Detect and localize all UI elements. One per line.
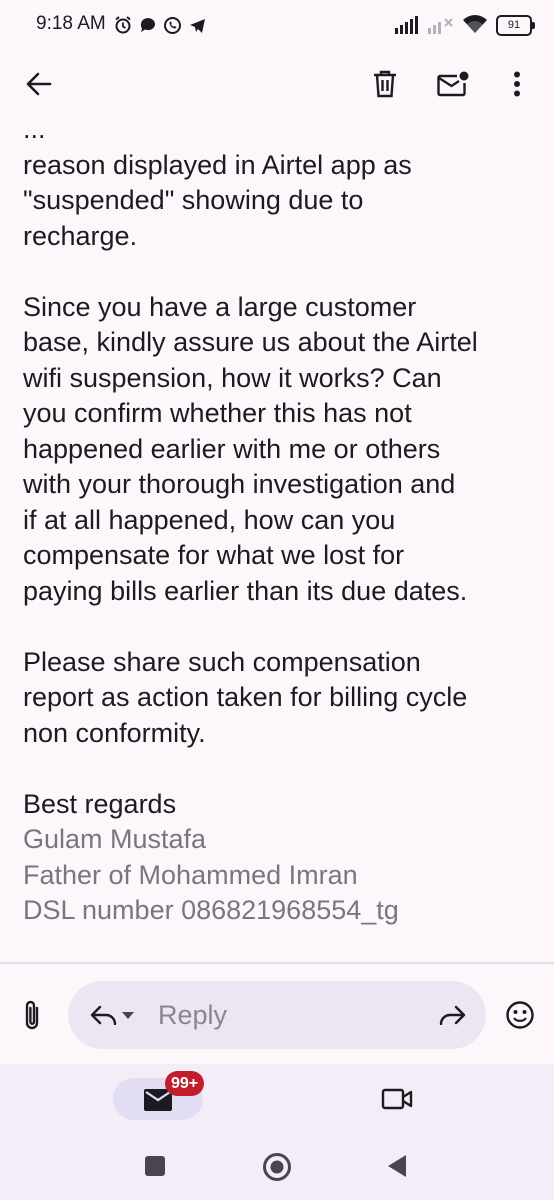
paragraph-line: base, kindly assure us about the Airtel <box>23 327 478 357</box>
recents-icon[interactable] <box>145 1156 165 1176</box>
paragraph-line: wifi suspension, how it works? Can <box>23 362 442 393</box>
app-bar <box>0 52 554 130</box>
attach-button[interactable] <box>12 996 52 1036</box>
paragraph-line: you confirm whether this has not <box>23 398 412 428</box>
paragraph-line: "suspended" showing due to <box>23 185 364 215</box>
chat-bubble-icon <box>140 18 155 32</box>
more-vert-icon <box>514 71 520 97</box>
more-options-button[interactable] <box>497 64 537 104</box>
paragraph-line: recharge. <box>23 220 138 251</box>
reply-dropdown[interactable] <box>114 995 142 1035</box>
wifi-icon <box>463 15 487 33</box>
nav-meet-tab[interactable] <box>377 1079 417 1119</box>
closing-line: Best regards <box>23 788 177 819</box>
signal-no-icon <box>428 18 453 34</box>
attachment-icon <box>25 1000 39 1030</box>
battery-icon: 91 <box>496 14 535 36</box>
system-status-icons: 91 <box>395 13 535 37</box>
paragraph-line: paying bills earlier than its due dates. <box>23 575 468 606</box>
emoji-icon <box>506 1001 534 1029</box>
emoji-button[interactable] <box>500 995 540 1035</box>
mark-unread-button[interactable] <box>433 64 473 104</box>
home-icon[interactable] <box>262 1152 292 1182</box>
delete-icon <box>374 70 396 98</box>
signature-line: Gulam Mustafa <box>23 824 207 854</box>
whatsapp-icon <box>164 16 181 34</box>
telegram-icon <box>190 18 205 33</box>
signature-line: Father of Mohammed Imran <box>23 859 358 890</box>
forward-button[interactable] <box>432 995 472 1035</box>
paragraph-line: if at all happened, how can you <box>23 504 396 535</box>
signature-line: DSL number 086821968554_tg <box>23 895 399 925</box>
reply-placeholder: Reply <box>158 1000 228 1030</box>
back-icon[interactable] <box>386 1154 408 1178</box>
back-arrow-icon <box>26 72 52 96</box>
status-bar: 9:18 AM 91 <box>0 0 554 52</box>
dropdown-icon <box>122 1011 134 1019</box>
video-icon <box>381 1088 413 1110</box>
email-body: ... reason displayed in Airtel app as "s… <box>23 130 543 929</box>
alarm-icon <box>115 16 131 34</box>
notification-icons <box>113 14 207 36</box>
forward-icon <box>439 1005 466 1025</box>
paragraph-line: Since you have a large customer <box>23 291 417 322</box>
paragraph-line: Please share such compensation <box>23 646 421 677</box>
paragraph-line: happened earlier with me or others <box>23 433 441 464</box>
status-time: 9:18 AM <box>36 13 106 34</box>
paragraph-line: reason displayed in Airtel app as <box>23 149 412 180</box>
paragraph-line: non conformity. <box>23 717 206 748</box>
paragraph-line: compensate for what we lost for <box>23 540 405 570</box>
paragraph-line: report as action taken for billing cycle <box>23 682 468 712</box>
unread-badge: 99+ <box>165 1071 205 1096</box>
back-button[interactable] <box>19 64 59 104</box>
delete-button[interactable] <box>365 64 405 104</box>
paragraph-line: with your thorough investigation and <box>23 469 456 499</box>
mark-unread-icon <box>437 71 469 97</box>
signal-icon <box>395 16 418 34</box>
